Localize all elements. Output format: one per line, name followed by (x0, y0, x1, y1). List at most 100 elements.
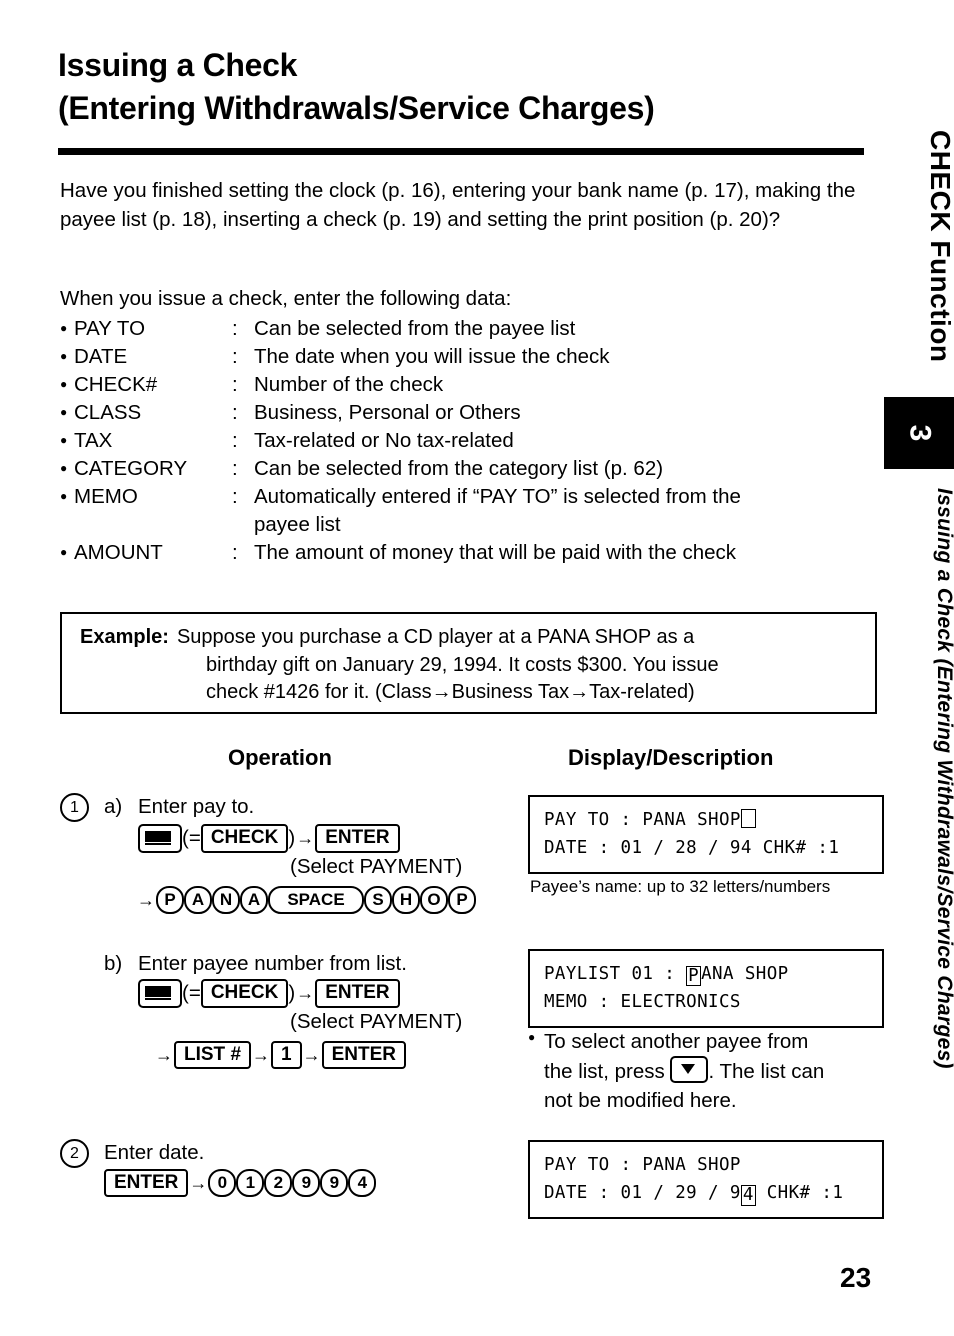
bullet-icon (60, 315, 74, 343)
data-item-term: AMOUNT (74, 540, 163, 564)
bullet-icon (60, 455, 74, 483)
lcd-2-line-1: PAYLIST 01 : P ANA SHOP (544, 964, 789, 987)
page-number: 23 (840, 1262, 872, 1293)
data-item-term: DATE (74, 344, 128, 368)
key-2[interactable]: 2 (264, 1169, 293, 1198)
arrow-icon: → (189, 1172, 208, 1193)
letter-key-group[interactable]: P A N A SPACE S H O P (156, 886, 476, 914)
key-space[interactable]: SPACE (268, 886, 364, 914)
step-2-key-sequence: ENTER → 0 1 2 9 9 4 (104, 1169, 377, 1198)
lcd-1-line-2: DATE : 01 / 28 / 94 CHK# :1 (544, 838, 840, 859)
key-0[interactable]: 0 (208, 1169, 237, 1198)
key-1[interactable]: 1 (236, 1169, 265, 1198)
data-item-desc: Automatically entered if “PAY TO” is sel… (254, 484, 741, 508)
lcd-2-line-2: MEMO : ELECTRONICS (544, 992, 741, 1013)
step-1b-key-sequence: (= CHECK)→ ENTER (138, 979, 400, 1008)
list-item: DATE : The date when you will issue the … (60, 343, 870, 371)
intro-paragraph: Have you finished setting the clock (p. … (60, 179, 856, 232)
check-key[interactable]: CHECK (200, 824, 289, 853)
step-1a-select-note: (Select PAYMENT) (290, 855, 463, 878)
bullet-icon (60, 539, 74, 567)
key-h[interactable]: H (392, 886, 420, 914)
manual-page: Issuing a Check (Entering Withdrawals/Se… (0, 0, 954, 1336)
lcd-display-3: PAY TO : PANA SHOP DATE : 01 / 29 / 94 C… (528, 1140, 884, 1219)
lcd-2-note-line-3: not be modified here. (544, 1088, 737, 1112)
step-1-number: 1 (60, 793, 89, 822)
example-line-1: Suppose you purchase a CD player at a PA… (176, 626, 695, 648)
step-1a-eq: (= (182, 826, 201, 850)
bullet-icon (60, 343, 74, 371)
chapter-title-vertical: CHECK Function (925, 130, 954, 363)
data-item-term: CLASS (74, 400, 142, 424)
key-s[interactable]: S (364, 886, 392, 914)
data-item-desc: The amount of money that will be paid wi… (254, 540, 737, 564)
lcd-2-note-line-1: To select another payee from (544, 1030, 809, 1053)
digit-key-group[interactable]: 012994 (208, 1169, 377, 1198)
chapter-number-tab: 3 (903, 424, 936, 442)
lcd-1-caption: Payee’s name: up to 32 letters/numbers (530, 877, 831, 896)
step-1a-key-sequence: (= CHECK)→ ENTER (138, 824, 400, 853)
key-n[interactable]: N (212, 886, 240, 914)
key-p[interactable]: P (156, 886, 184, 914)
data-item-colon: : (232, 456, 238, 480)
display-key-icon[interactable] (138, 979, 182, 1008)
page-title: Issuing a Check (Entering Withdrawals/Se… (58, 44, 858, 129)
list-item: AMOUNT : The amount of money that will b… (60, 539, 870, 567)
example-line-2: birthday gift on January 29, 1994. It co… (206, 653, 719, 676)
bullet-icon (60, 371, 74, 399)
data-item-desc-continued: payee list (254, 512, 341, 536)
step-1a-text: Enter pay to. (138, 795, 255, 818)
data-item-desc: Can be selected from the payee list (254, 317, 576, 340)
data-item-colon: : (232, 540, 238, 564)
display-key-icon[interactable] (138, 824, 182, 853)
data-item-colon: : (232, 317, 238, 340)
enter-key[interactable]: ENTER (321, 1041, 406, 1070)
lcd-2-note-line-2a: the list, press (544, 1060, 671, 1084)
key-a-2[interactable]: A (240, 886, 268, 914)
step-1b-select-note: (Select PAYMENT) (290, 1010, 463, 1033)
data-item-desc: Business, Personal or Others (254, 400, 521, 424)
data-item-colon: : (232, 484, 238, 508)
check-key[interactable]: CHECK (200, 979, 289, 1008)
step-1b-eq: (= (182, 981, 201, 1005)
cursor-block-icon (740, 809, 756, 828)
arrow-icon: → (252, 1044, 271, 1065)
key-1[interactable]: 1 (271, 1041, 302, 1070)
example-line-3: check #1426 for it. (Class→Business Tax→… (206, 681, 695, 704)
title-divider (58, 148, 864, 155)
step-1a-label: a) (104, 795, 123, 818)
arrow-icon: → (296, 983, 315, 1003)
key-a[interactable]: A (184, 886, 212, 914)
data-item-term: TAX (74, 428, 113, 452)
key-4[interactable]: 4 (348, 1169, 377, 1198)
enter-key[interactable]: ENTER (315, 979, 400, 1008)
key-9-2[interactable]: 9 (320, 1169, 349, 1198)
lcd-2-note: ● To select another payee from the list,… (528, 1028, 888, 1115)
page-title-line-2: (Entering Withdrawals/Service Charges) (58, 89, 655, 126)
data-item-list: PAY TO : Can be selected from the payee … (60, 315, 870, 567)
lcd-3-line-2: DATE : 01 / 29 / 94 CHK# :1 (544, 1183, 844, 1206)
page-title-line-1: Issuing a Check (58, 47, 298, 83)
list-number-key[interactable]: LIST # (174, 1041, 252, 1070)
lcd-display-2: PAYLIST 01 : P ANA SHOP MEMO : ELECTRONIC… (528, 949, 884, 1028)
bullet-icon (60, 399, 74, 427)
data-item-desc: Number of the check (254, 372, 444, 396)
step-1b-text: Enter payee number from list. (138, 952, 407, 975)
data-item-term: CATEGORY (74, 456, 188, 480)
column-heading-operation: Operation (228, 745, 332, 770)
enter-key[interactable]: ENTER (315, 824, 400, 853)
data-list-lead-in: When you issue a check, enter the follow… (60, 287, 512, 310)
key-o[interactable]: O (420, 886, 448, 914)
step-2-number: 2 (60, 1139, 89, 1168)
down-arrow-key-icon[interactable] (670, 1056, 709, 1084)
enter-key[interactable]: ENTER (104, 1169, 189, 1198)
list-item: CHECK# : Number of the check (60, 371, 870, 399)
key-9[interactable]: 9 (292, 1169, 321, 1198)
arrow-icon: → (155, 1044, 173, 1065)
step-1b-label: b) (104, 952, 123, 975)
cursor-char: 4 (740, 1185, 756, 1206)
step-1a-letter-keys: → P A N A SPACE S H O P (136, 886, 476, 914)
key-p-2[interactable]: P (448, 886, 476, 914)
lcd-3-line-1: PAY TO : PANA SHOP (544, 1155, 741, 1175)
data-item-term: MEMO (74, 484, 138, 508)
